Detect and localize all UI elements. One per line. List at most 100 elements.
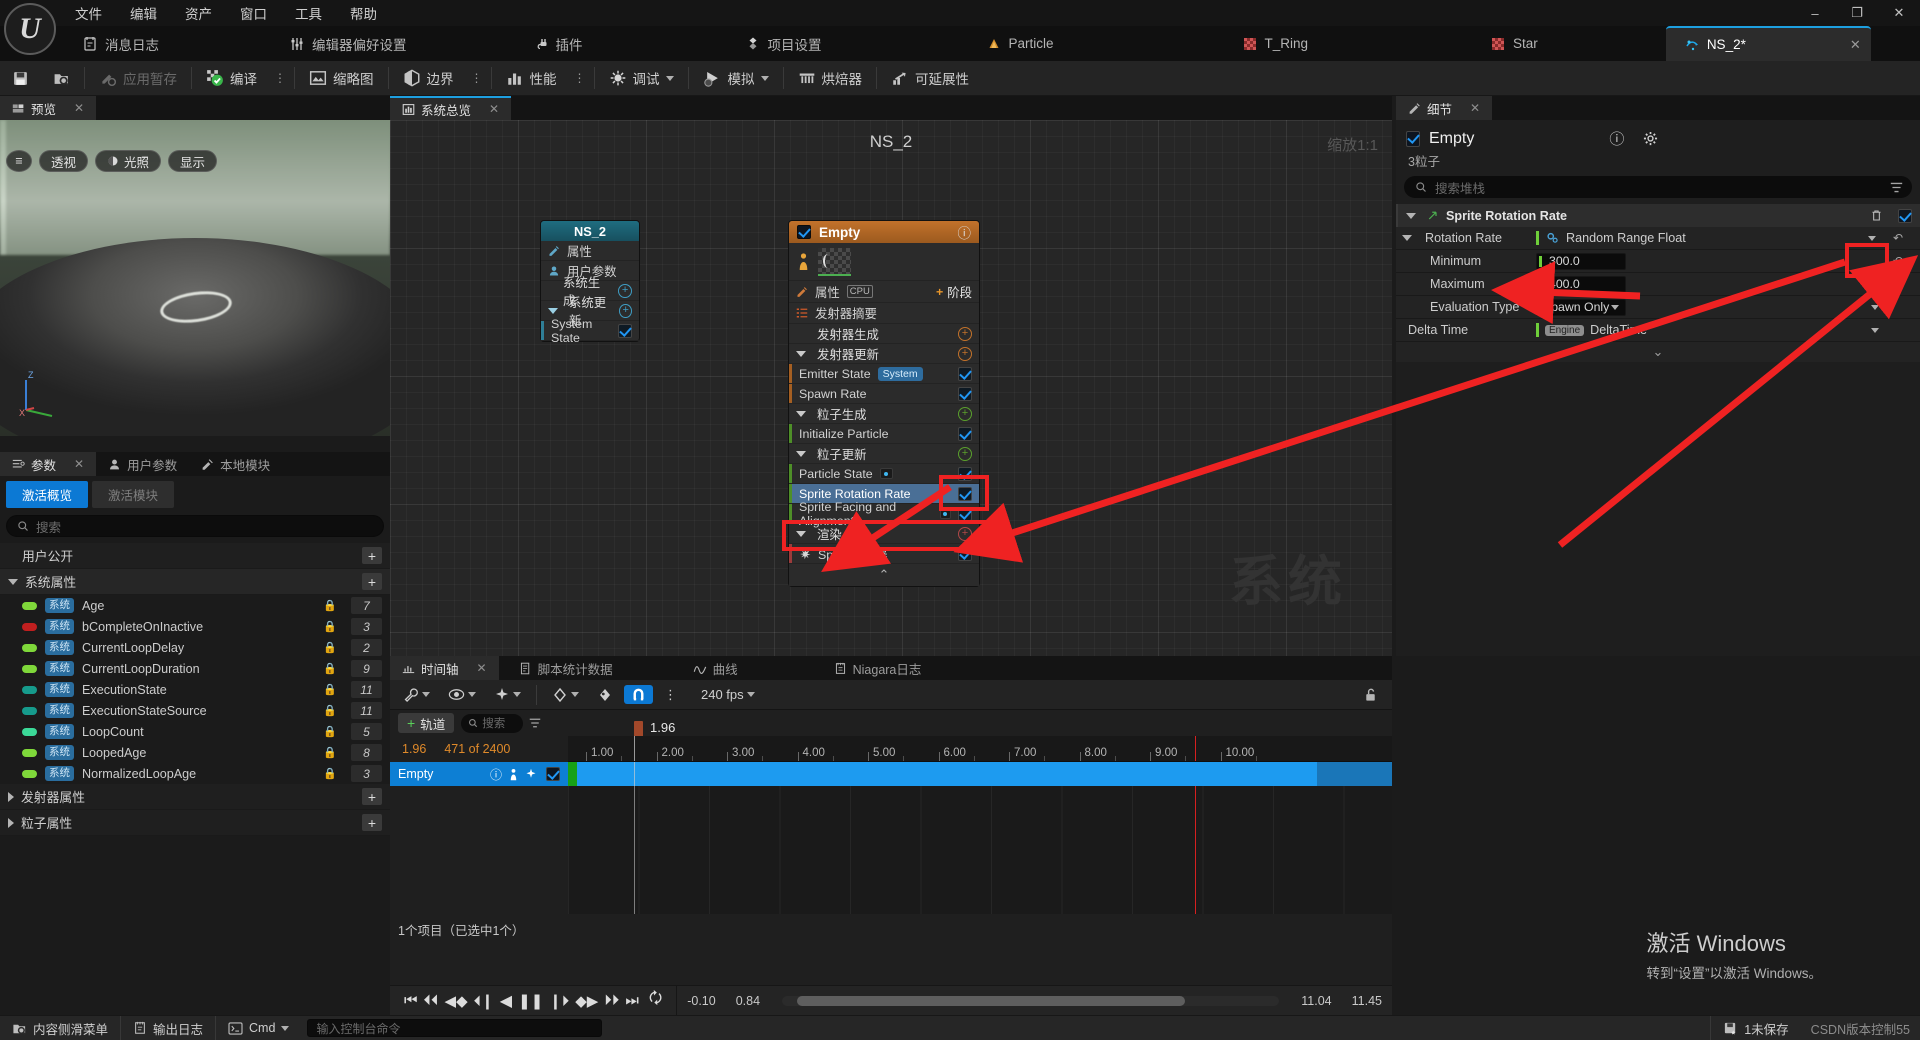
parameter-search-input[interactable]: 搜索 — [6, 515, 384, 537]
emitter-enabled-checkbox[interactable] — [797, 225, 811, 239]
bounds-button[interactable]: 边界 — [391, 61, 466, 96]
info-icon[interactable]: ⓘ — [1609, 128, 1624, 149]
emitter-node[interactable]: Empty ⓘ 属性 CPU + 阶段 发射器摘要 发射器生成 + 发射器更新 … — [788, 220, 980, 587]
chevron-down-icon[interactable] — [796, 450, 806, 457]
collapse-node-button[interactable]: ⌃ — [789, 564, 979, 586]
timeline-ruler[interactable]: 1.00 2.00 3.00 4.00 5.00 6.00 7.00 8.00 9.00 10.0… — [568, 736, 1392, 762]
parameter-row[interactable]: 系统 ExecutionState 🔒 11 — [0, 679, 390, 700]
step-back-button[interactable]: ⏴❙ — [474, 992, 494, 1010]
module-group-header[interactable]: Sprite Rotation Rate — [1396, 204, 1920, 227]
show-more-button[interactable]: ⌄ — [1396, 342, 1920, 362]
jump-to-start-button[interactable]: ⏮ — [404, 992, 418, 1009]
isolate-icon[interactable] — [509, 768, 518, 781]
parameter-row[interactable]: 系统 Age 🔒 7 — [0, 595, 390, 616]
module-enabled-checkbox[interactable] — [618, 323, 632, 338]
module-category-row[interactable]: 粒子更新 + — [789, 444, 979, 464]
chevron-down-icon[interactable] — [281, 1025, 290, 1031]
segment-active-overview[interactable]: 激活概览 — [6, 481, 89, 508]
tab-user-parameters[interactable]: 用户参数 — [96, 452, 190, 476]
chevron-down-icon[interactable] — [1406, 212, 1416, 219]
effects-icon[interactable] — [487, 685, 528, 705]
chevron-down-icon[interactable] — [796, 350, 806, 357]
scalability-button[interactable]: 可延展性 — [879, 61, 981, 96]
chevron-down-icon[interactable] — [1871, 304, 1879, 310]
console-command-input[interactable]: 输入控制台命令 — [307, 1019, 603, 1037]
next-key-button[interactable]: ◆▶ — [575, 992, 598, 1010]
graph-canvas[interactable]: NS_2 缩放1:1 系统 NS_2 属性 用户参数 系统生成 + 系统更新 +… — [390, 120, 1392, 656]
group-user-exposed[interactable]: 用户公开 + — [0, 543, 390, 569]
performance-options-icon[interactable]: ⋮ — [569, 71, 592, 85]
key-shape-icon[interactable] — [545, 685, 586, 705]
close-icon[interactable]: ✕ — [489, 102, 499, 116]
lit-button[interactable]: 光照 — [95, 150, 162, 172]
track-lane[interactable] — [568, 762, 1392, 786]
thumbnail-button[interactable]: 缩略图 — [297, 61, 386, 96]
loop-toggle-button[interactable]: 🗘 — [649, 988, 662, 1013]
fps-selector[interactable]: 240 fps — [694, 685, 762, 704]
parameter-row[interactable]: 系统 LoopedAge 🔒 8 — [0, 742, 390, 763]
step-forward-frames-button[interactable]: ⏵⏵ — [604, 992, 619, 1009]
eye-icon[interactable] — [441, 685, 483, 704]
add-module-icon[interactable]: + — [958, 326, 972, 341]
debug-button[interactable]: 调试 — [597, 61, 686, 96]
baker-button[interactable]: 烘焙器 — [786, 61, 875, 96]
group-particle-attributes[interactable]: 粒子属性 + — [0, 810, 390, 836]
reset-to-default-icon[interactable]: ↶ — [1888, 231, 1908, 245]
module-enabled-checkbox[interactable] — [958, 386, 972, 401]
tab-editor-preferences[interactable]: 编辑器偏好设置 — [271, 26, 425, 61]
unsaved-changes-button[interactable]: 1未保存 — [1710, 1015, 1800, 1040]
track-active-range[interactable] — [577, 762, 1317, 786]
emitter-properties-row[interactable]: 属性 CPU + 阶段 — [789, 281, 979, 303]
module-category-row[interactable]: 发射器生成 + — [789, 324, 979, 344]
content-drawer-button[interactable]: 内容侧滑菜单 — [0, 1015, 122, 1040]
info-icon[interactable]: ⓘ — [958, 222, 972, 242]
module-row[interactable]: Sprite Facing and Alignment — [789, 500, 979, 528]
group-system-attributes[interactable]: 系统属性 + — [0, 569, 390, 595]
property-value-field[interactable]: 300.0 — [1536, 252, 1626, 270]
track-enabled-checkbox[interactable] — [546, 767, 560, 781]
simulate-button[interactable]: 模拟 — [691, 61, 781, 96]
output-log-button[interactable]: 输出日志 — [121, 1015, 217, 1040]
close-icon[interactable]: ✕ — [1470, 101, 1480, 115]
filter-icon[interactable] — [528, 717, 542, 729]
module-enabled-checkbox[interactable] — [958, 426, 972, 441]
module-category-row[interactable]: 渲染 + — [789, 524, 979, 544]
add-module-icon[interactable]: + — [958, 526, 972, 541]
emitter-enabled-checkbox[interactable] — [1406, 130, 1420, 147]
emitter-summary-row[interactable]: 发射器摘要 — [789, 303, 979, 324]
module-enabled-checkbox[interactable] — [958, 366, 972, 381]
module-category-row[interactable]: 发射器更新 + — [789, 344, 979, 364]
chevron-down-icon[interactable] — [796, 530, 806, 537]
segment-active-modules[interactable]: 激活模块 — [92, 481, 175, 508]
chevron-down-icon[interactable] — [746, 692, 755, 697]
show-button[interactable]: 显示 — [168, 150, 218, 172]
property-row[interactable]: Rotation Rate Random Range Float ↶ — [1396, 227, 1920, 250]
unlock-icon[interactable] — [1363, 687, 1378, 703]
property-row[interactable]: Maximum 400.0 ↶ — [1396, 273, 1920, 296]
tab-plugins[interactable]: 插件 — [515, 26, 601, 61]
more-options-icon[interactable]: ⋮ — [657, 685, 684, 705]
chevron-down-icon[interactable] — [468, 692, 476, 697]
playhead-handle[interactable] — [634, 721, 643, 737]
add-module-icon[interactable]: + — [958, 406, 972, 421]
play-reverse-button[interactable]: ◀ — [500, 991, 512, 1011]
filter-icon[interactable] — [1889, 181, 1904, 194]
view-end-value[interactable]: 11.04 — [1291, 994, 1341, 1008]
scrollbar-thumb[interactable] — [796, 995, 1185, 1006]
tab-parameters[interactable]: 参数 ✕ — [0, 452, 97, 476]
module-category-row[interactable]: 粒子生成 + — [789, 404, 979, 424]
chevron-down-icon[interactable] — [513, 692, 521, 697]
tab-system-overview[interactable]: 系统总览 ✕ — [390, 96, 512, 120]
gear-icon[interactable] — [1643, 131, 1658, 146]
menu-item-window[interactable]: 窗口 — [229, 0, 278, 26]
play-forward-button[interactable]: ❙⏵ — [549, 992, 569, 1010]
browse-content-button[interactable] — [41, 61, 82, 96]
property-row[interactable]: Delta Time Engine DeltaTime — [1396, 319, 1920, 342]
tab-script-stats[interactable]: 脚本统计数据 — [506, 656, 625, 680]
chevron-down-icon[interactable] — [571, 692, 579, 697]
tab-message-log[interactable]: 消息日志 — [64, 26, 177, 61]
module-enabled-checkbox[interactable] — [958, 486, 972, 501]
add-module-icon[interactable]: + — [958, 346, 972, 361]
view-start-value[interactable]: 0.84 — [726, 994, 770, 1008]
chevron-down-icon[interactable] — [8, 578, 18, 585]
